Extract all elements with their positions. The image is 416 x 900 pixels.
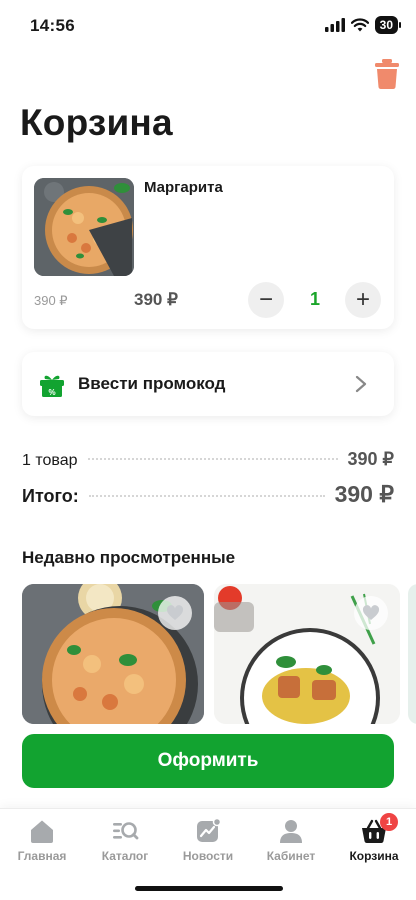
heart-icon [362, 605, 380, 620]
trash-icon [375, 59, 399, 90]
dotted-leader [88, 495, 325, 497]
product-name: Маргарита [144, 179, 223, 196]
promo-code-button[interactable]: % Ввести промокод [22, 352, 394, 416]
favorite-button[interactable] [354, 596, 388, 630]
items-count-label: 1 товар [22, 452, 78, 469]
old-price: 390 ₽ [34, 293, 68, 308]
user-icon [280, 820, 302, 843]
increase-quantity-button[interactable]: + [345, 282, 381, 318]
tab-label: Главная [17, 849, 67, 863]
tab-cart[interactable]: 1 Корзина [334, 813, 414, 863]
product-image[interactable] [34, 178, 134, 276]
cellular-signal-icon [324, 18, 345, 32]
home-icon [31, 820, 53, 843]
quantity-value: 1 [309, 289, 320, 309]
items-count-row: 1 товар 390 ₽ [22, 449, 394, 470]
gift-icon: % [40, 375, 64, 397]
status-icons: 30 [324, 16, 402, 34]
tab-label: Кабинет [266, 849, 316, 863]
promo-code-label: Ввести промокод [78, 374, 226, 393]
dotted-leader [87, 458, 338, 460]
recent-product-card[interactable] [22, 584, 204, 724]
checkout-button[interactable]: Оформить [22, 734, 394, 788]
tab-label: Корзина [349, 849, 399, 863]
catalog-search-icon [113, 822, 139, 840]
recent-product-card[interactable] [408, 584, 416, 724]
tab-account[interactable]: Кабинет [251, 817, 331, 863]
heart-icon [166, 605, 184, 620]
chevron-right-icon [355, 375, 367, 393]
decrease-quantity-button[interactable]: − [248, 282, 284, 318]
page-title: Корзина [20, 102, 173, 143]
status-bar: 14:56 30 [0, 0, 416, 52]
recent-product-card[interactable] [214, 584, 400, 724]
cart-count-badge: 1 [380, 813, 398, 831]
total-value: 390 ₽ [334, 481, 394, 507]
favorite-button[interactable] [158, 596, 192, 630]
total-row: Итого: 390 ₽ [22, 481, 394, 508]
tab-label: Каталог [101, 849, 149, 863]
clear-cart-button[interactable] [373, 58, 401, 90]
plus-icon: + [355, 286, 370, 313]
tab-catalog[interactable]: Каталог [85, 817, 165, 863]
minus-icon: − [258, 286, 273, 313]
tab-label: Новости [182, 849, 234, 863]
battery-indicator: 30 [374, 16, 402, 34]
status-time: 14:56 [30, 16, 75, 35]
tab-home[interactable]: Главная [2, 817, 82, 863]
home-indicator [135, 886, 283, 891]
wifi-icon [350, 18, 369, 32]
items-sum-value: 390 ₽ [347, 449, 395, 469]
recently-viewed-title: Недавно просмотренные [22, 548, 236, 567]
svg-text:%: % [48, 388, 55, 397]
total-label: Итого: [22, 486, 79, 506]
tab-news[interactable]: Новости [168, 817, 248, 863]
cart-item-card: Маргарита 390 ₽ 390 ₽ − 1 + [22, 166, 394, 329]
product-price: 390 ₽ [134, 290, 178, 309]
news-chart-icon [197, 817, 222, 842]
